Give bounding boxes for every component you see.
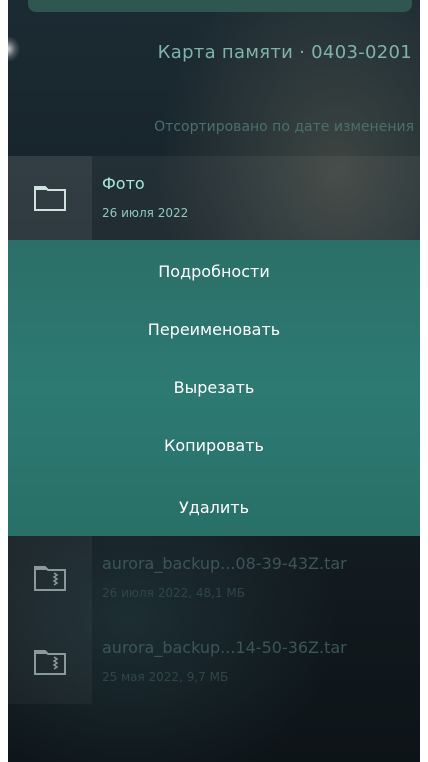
top-pulley-edge <box>28 0 412 12</box>
list-item[interactable]: aurora_backup...08-39-43Z.tar 26 июля 20… <box>8 536 420 620</box>
archive-folder-icon <box>34 650 66 675</box>
folder-icon-tile <box>8 156 92 240</box>
item-date: 26 июля 2022 <box>102 206 189 220</box>
menu-item-copy[interactable]: Копировать <box>8 420 420 472</box>
pulley-glow-indicator <box>8 36 20 62</box>
file-meta: 25 мая 2022, 9,7 МБ <box>102 670 229 684</box>
context-menu: Подробности Переименовать Вырезать Копир… <box>8 240 420 536</box>
file-name: aurora_backup...08-39-43Z.tar <box>102 554 347 573</box>
list-item[interactable]: aurora_backup...14-50-36Z.tar 25 мая 202… <box>8 620 420 704</box>
item-name: Фото <box>102 174 145 193</box>
menu-item-rename[interactable]: Переименовать <box>8 304 420 356</box>
page-title: Карта памяти · 0403-0201 <box>157 42 412 63</box>
archive-folder-icon <box>34 566 66 591</box>
archive-icon-tile <box>8 536 92 620</box>
file-manager-screen: Карта памяти · 0403-0201 Отсортировано п… <box>8 0 420 762</box>
archive-icon-tile <box>8 620 92 704</box>
menu-item-cut[interactable]: Вырезать <box>8 362 420 414</box>
list-item-selected[interactable]: Фото 26 июля 2022 <box>8 156 420 240</box>
sort-order-label: Отсортировано по дате изменения <box>154 119 414 135</box>
folder-icon <box>34 186 66 211</box>
file-meta: 26 июля 2022, 48,1 МБ <box>102 586 245 600</box>
file-name: aurora_backup...14-50-36Z.tar <box>102 638 347 657</box>
menu-item-delete[interactable]: Удалить <box>8 482 420 534</box>
menu-item-details[interactable]: Подробности <box>8 246 420 298</box>
